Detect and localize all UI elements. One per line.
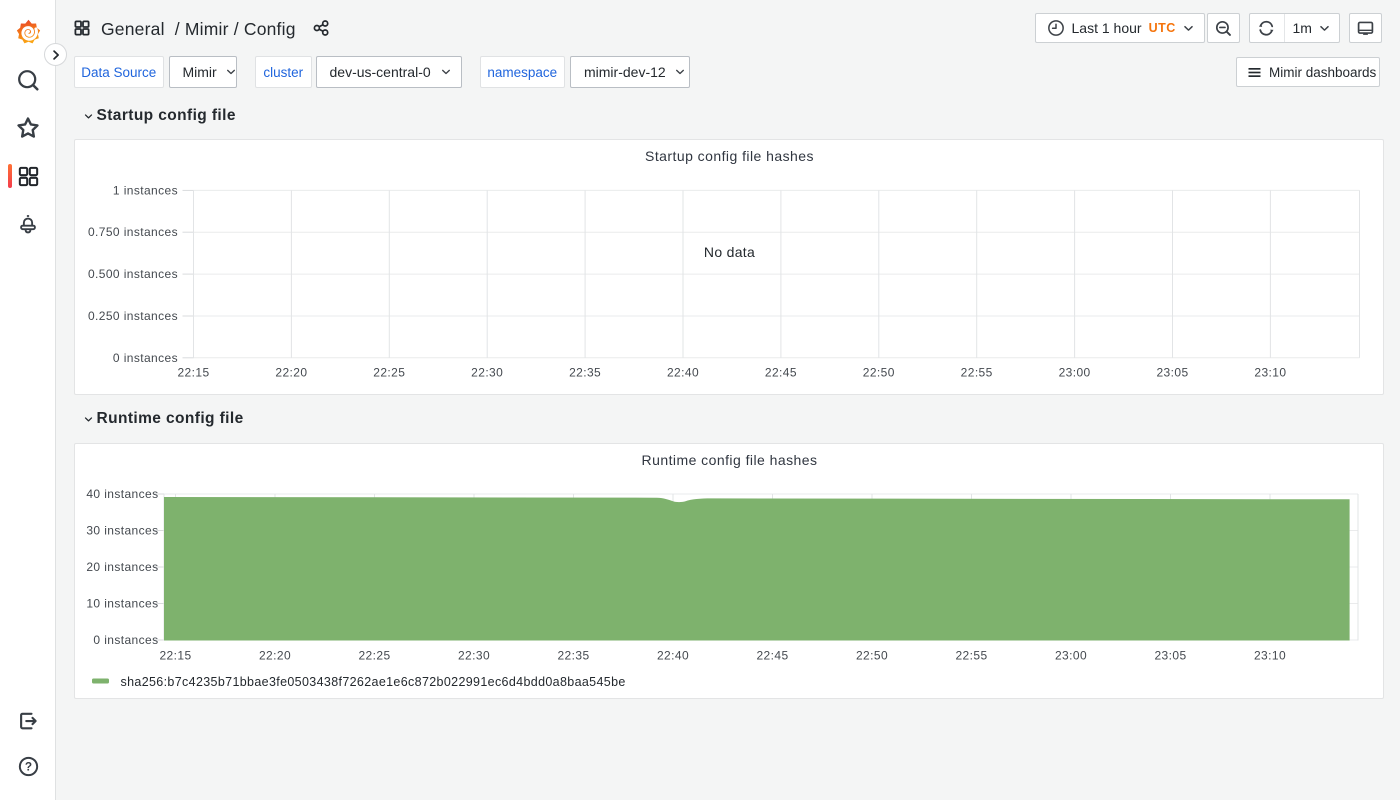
svg-text:23:05: 23:05 [1154,649,1186,663]
svg-text:22:40: 22:40 [657,649,689,663]
svg-text:Startup config file hashes: Startup config file hashes [645,148,814,164]
svg-text:22:45: 22:45 [765,366,797,380]
svg-text:22:25: 22:25 [373,366,405,380]
svg-text:0.500 instances: 0.500 instances [88,267,178,281]
svg-text:23:10: 23:10 [1254,649,1286,663]
svg-text:22:55: 22:55 [955,649,987,663]
svg-text:22:40: 22:40 [667,366,699,380]
svg-text:22:50: 22:50 [863,366,895,380]
svg-text:22:30: 22:30 [471,366,503,380]
svg-text:22:25: 22:25 [358,649,390,663]
svg-text:23:00: 23:00 [1055,649,1087,663]
svg-text:22:20: 22:20 [275,366,307,380]
svg-text:20 instances: 20 instances [86,560,158,574]
svg-text:30 instances: 30 instances [86,524,158,538]
svg-text:No data: No data [704,244,755,260]
svg-text:0.250 instances: 0.250 instances [88,309,178,323]
svg-text:Runtime config file hashes: Runtime config file hashes [642,452,818,468]
svg-text:23:05: 23:05 [1156,366,1188,380]
svg-text:0 instances: 0 instances [93,633,158,647]
svg-text:22:20: 22:20 [259,649,291,663]
svg-text:22:15: 22:15 [159,649,191,663]
svg-text:0 instances: 0 instances [113,351,178,365]
svg-text:22:55: 22:55 [961,366,993,380]
svg-text:22:35: 22:35 [569,366,601,380]
svg-text:1 instances: 1 instances [113,183,178,197]
svg-text:40 instances: 40 instances [86,487,158,501]
svg-text:22:35: 22:35 [557,649,589,663]
svg-text:23:00: 23:00 [1059,366,1091,380]
svg-text:?: ? [25,760,32,774]
svg-text:22:30: 22:30 [458,649,490,663]
svg-text:22:15: 22:15 [177,366,209,380]
svg-text:23:10: 23:10 [1254,366,1286,380]
svg-text:0.750 instances: 0.750 instances [88,225,178,239]
svg-text:sha256:b7c4235b71bbae3fe050343: sha256:b7c4235b71bbae3fe0503438f7262ae1e… [121,675,626,689]
svg-text:22:50: 22:50 [856,649,888,663]
svg-text:22:45: 22:45 [756,649,788,663]
svg-text:10 instances: 10 instances [86,597,158,611]
